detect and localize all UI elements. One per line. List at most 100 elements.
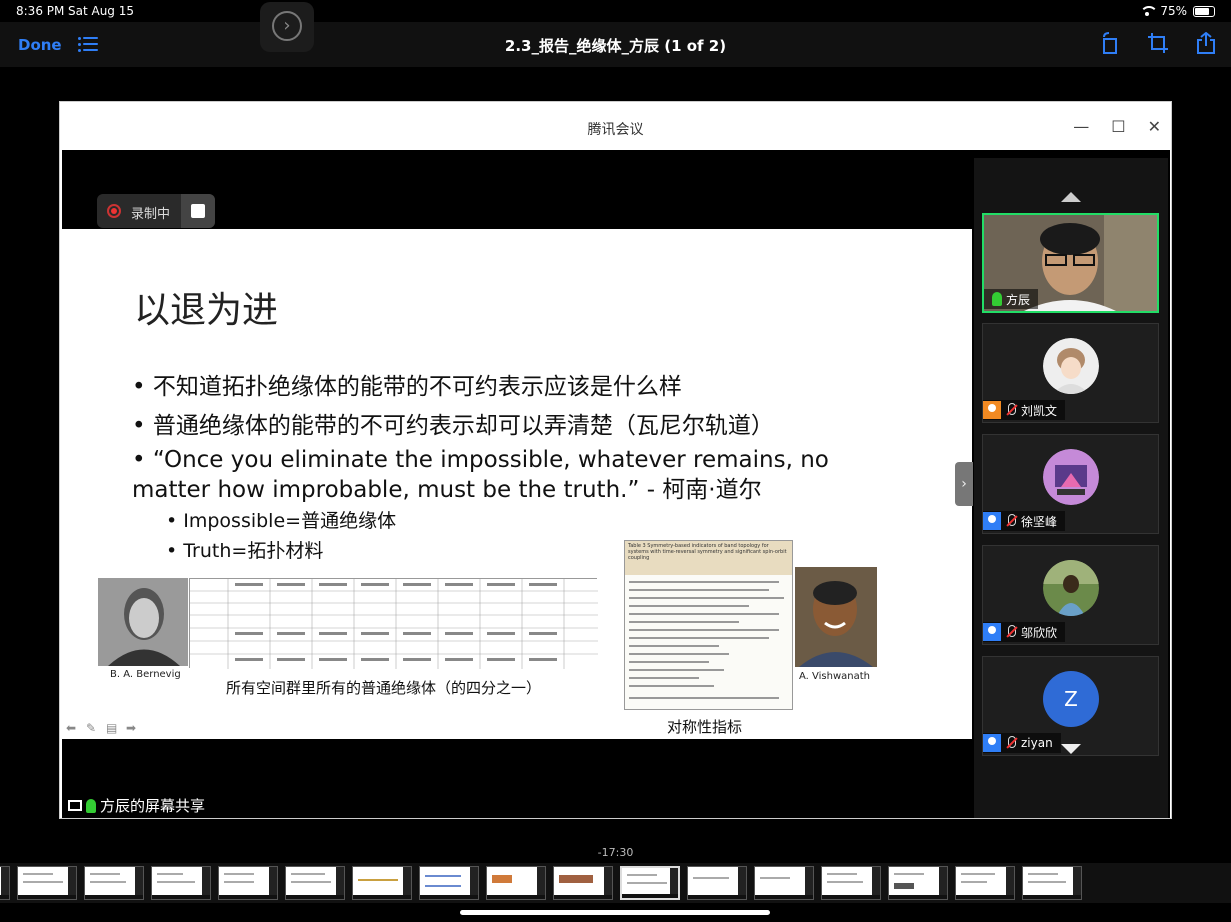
page-thumbnail[interactable]: [955, 866, 1015, 900]
close-icon[interactable]: ✕: [1148, 117, 1161, 136]
time-remaining: -17:30: [597, 846, 634, 859]
screen-share-label: 方辰的屏幕共享: [68, 795, 205, 816]
share-icon[interactable]: [1195, 32, 1217, 54]
table-caption: 所有空间群里所有的普通绝缘体（的四分之一）: [226, 679, 542, 697]
page-thumbnail[interactable]: [888, 866, 948, 900]
page-thumbnail[interactable]: [754, 866, 814, 900]
page-thumbnail[interactable]: [352, 866, 412, 900]
status-right: 75%: [1140, 4, 1215, 18]
page-thumbnail[interactable]: [553, 866, 613, 900]
page-thumbnail[interactable]: [419, 866, 479, 900]
slide-sub-bullet: • Impossible=普通绝缘体: [166, 510, 397, 532]
slide-tools: ⬅ ✎ ▤ ➡: [66, 721, 140, 735]
slide-sub-bullet: • Truth=拓扑材料: [166, 540, 324, 562]
page-thumbnail[interactable]: [687, 866, 747, 900]
chevron-down-icon[interactable]: [1061, 744, 1081, 754]
participant-name: 方辰: [1006, 292, 1031, 307]
page-thumbnail[interactable]: [1022, 866, 1082, 900]
share-owner-label: 方辰的屏幕共享: [100, 797, 206, 815]
status-date: Sat Aug 15: [68, 4, 135, 18]
page-thumbnail[interactable]: [17, 866, 77, 900]
shared-slide: 以退为进 • 不知道拓扑绝缘体的能带的不可约表示应该是什么样 • 普通绝缘体的能…: [62, 229, 972, 739]
page-thumbnail[interactable]: [486, 866, 546, 900]
battery-percent: 75%: [1160, 4, 1187, 18]
host-user-icon: [983, 401, 1001, 419]
participant-nameplate: 方辰: [984, 289, 1039, 309]
screen-icon: [68, 800, 82, 811]
minimize-icon[interactable]: —: [1073, 117, 1089, 136]
pen-icon[interactable]: ✎: [86, 721, 100, 735]
participant-name: 徐坚峰: [1021, 514, 1058, 529]
page-thumbnail[interactable]: [84, 866, 144, 900]
participant-tile[interactable]: 刘凯文: [982, 323, 1159, 423]
page-thumbnail[interactable]: [821, 866, 881, 900]
slide-bullet: • 不知道拓扑绝缘体的能带的不可约表示应该是什么样: [132, 374, 682, 400]
bernevig-photo: [98, 578, 188, 666]
mic-icon: [992, 292, 1002, 306]
page-thumbnail[interactable]: [218, 866, 278, 900]
next-page-button[interactable]: ›: [260, 2, 314, 52]
page-thumbnail[interactable]: [0, 866, 10, 900]
muted-mic-icon: [1005, 403, 1017, 417]
vishwanath-caption: A. Vishwanath: [799, 671, 871, 682]
window-title: 腾讯会议: [587, 122, 644, 138]
chevron-up-icon[interactable]: [1061, 192, 1081, 202]
user-icon: [983, 734, 1001, 752]
vishwanath-photo: [795, 567, 877, 667]
stop-recording-button[interactable]: [181, 194, 215, 228]
participant-tile[interactable]: 徐坚峰: [982, 434, 1159, 534]
muted-mic-icon: [1005, 625, 1017, 639]
participant-tile[interactable]: 方辰: [982, 213, 1159, 313]
slide-bullet: • “Once you eliminate the impossible, wh…: [132, 447, 829, 503]
participant-name: ziyan: [1021, 736, 1053, 750]
page-thumbnail[interactable]: [151, 866, 211, 900]
avatar: [1043, 560, 1099, 616]
slide-title: 以退为进: [134, 290, 279, 331]
menu-icon[interactable]: ▤: [106, 721, 120, 735]
window-titlebar: 腾讯会议 — ☐ ✕: [60, 102, 1171, 150]
chevron-right-icon: ›: [272, 11, 302, 41]
viewer-toolbar: Done 2.3_报告_绝缘体_方辰 (1 of 2): [0, 22, 1231, 67]
crop-icon[interactable]: [1147, 32, 1169, 54]
muted-mic-icon: [1005, 514, 1017, 528]
forward-arrow-icon[interactable]: ➡: [126, 721, 140, 735]
status-time: 8:36 PM: [16, 4, 65, 18]
user-icon: [983, 512, 1001, 530]
recording-label: 录制中: [131, 207, 171, 222]
avatar: [1043, 338, 1099, 394]
participant-tile[interactable]: Z ziyan: [982, 656, 1159, 756]
avatar-initial: Z: [1043, 671, 1099, 727]
status-bar: 8:36 PM Sat Aug 15 75%: [0, 0, 1231, 22]
meeting-stage: 录制中 以退为进 • 不知道拓扑绝缘体的能带的不可约表示应该是什么样 • 普通绝…: [62, 150, 1170, 818]
irrep-table: [189, 578, 598, 669]
participant-name: 刘凯文: [1021, 403, 1058, 418]
page-thumbnail-strip[interactable]: [0, 863, 1231, 903]
back-arrow-icon[interactable]: ⬅: [66, 721, 80, 735]
mic-icon: [86, 798, 96, 813]
bernevig-caption: B. A. Bernevig: [110, 669, 181, 680]
collapse-panel-button[interactable]: ›: [955, 462, 973, 506]
slide-bullet: • 普通绝缘体的能带的不可约表示却可以弄清楚（瓦尼尔轨道）: [132, 413, 774, 439]
battery-icon: [1193, 5, 1215, 17]
page-thumbnail[interactable]: [285, 866, 345, 900]
participant-name: 邬欣欣: [1021, 625, 1058, 640]
recording-indicator: 录制中: [97, 194, 215, 228]
paper-excerpt: Table 3 Symmetry-based indicators of ban…: [624, 540, 793, 710]
record-dot-icon: [107, 204, 121, 218]
paper-caption: 对称性指标: [667, 718, 743, 736]
maximize-icon[interactable]: ☐: [1111, 117, 1125, 136]
participant-nameplate: ziyan: [983, 733, 1061, 753]
window-controls: — ☐ ✕: [1073, 117, 1161, 136]
participant-nameplate: 刘凯文: [983, 400, 1066, 420]
toolbar-actions: [1099, 32, 1217, 54]
home-indicator: [460, 910, 770, 915]
wifi-icon: [1140, 6, 1159, 16]
meeting-window: 腾讯会议 — ☐ ✕ 录制中 以退为进 • 不知道拓扑绝缘体的能带的不可约表示应…: [59, 101, 1172, 819]
rotate-icon[interactable]: [1099, 32, 1121, 54]
document-title: 2.3_报告_绝缘体_方辰 (1 of 2): [504, 37, 727, 55]
page-thumbnail-current[interactable]: [620, 866, 680, 900]
avatar: [1043, 449, 1099, 505]
user-icon: [983, 623, 1001, 641]
participant-tile[interactable]: 邬欣欣: [982, 545, 1159, 645]
participant-nameplate: 徐坚峰: [983, 511, 1066, 531]
